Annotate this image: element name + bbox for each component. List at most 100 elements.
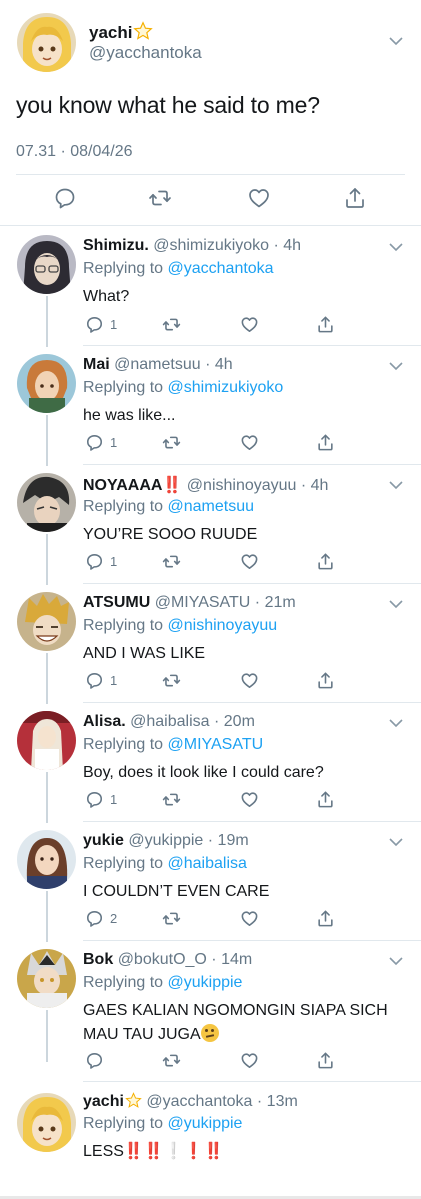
retweet-button[interactable] (162, 315, 181, 334)
author-handle[interactable]: @nishinoyayuu (187, 477, 297, 494)
mention-link[interactable]: @yukippie (168, 974, 243, 991)
reply-actions: 2 (0, 909, 421, 931)
author-name[interactable]: ATSUMU (83, 594, 150, 611)
share-button[interactable] (316, 790, 335, 809)
like-button[interactable] (240, 433, 259, 452)
author-handle[interactable]: @MIYASATU (155, 594, 251, 611)
author-name[interactable]: Alisa. (83, 713, 126, 730)
author-name[interactable]: Bok (83, 951, 113, 968)
author-handle[interactable]: @bokutO_O (118, 951, 207, 968)
author-handle[interactable]: @yacchantoka (146, 1093, 252, 1110)
reply-header: ATSUMU @MIYASATU · 21m (83, 594, 296, 611)
author-handle[interactable]: @nametsuu (114, 356, 201, 373)
like-icon[interactable] (247, 186, 271, 210)
avatar[interactable] (17, 949, 76, 1008)
mention-link[interactable]: @yukippie (168, 1115, 243, 1132)
reply-tweet[interactable]: NOYAAAA‼️ @nishinoyayuu · 4h Replying to… (0, 465, 421, 584)
reply-text: AND I WAS LIKE (83, 645, 206, 662)
reply-time: 14m (221, 951, 253, 968)
chevron-down-icon[interactable] (388, 715, 404, 731)
share-icon (318, 434, 333, 451)
retweet-icon[interactable] (148, 186, 172, 210)
like-icon (241, 317, 258, 333)
retweet-button[interactable] (162, 790, 181, 809)
reply-icon[interactable] (53, 186, 77, 210)
reply-tweet[interactable]: ATSUMU @MIYASATU · 21m Replying to @nish… (0, 584, 421, 703)
star-emoji-icon (125, 1092, 142, 1108)
chevron-down-icon[interactable] (388, 953, 404, 969)
avatar[interactable] (17, 1093, 76, 1152)
retweet-button[interactable] (162, 671, 181, 690)
retweet-icon (162, 793, 181, 806)
author-handle[interactable]: @yacchantoka (89, 43, 202, 63)
like-button[interactable] (240, 790, 259, 809)
reply-text: GAES KALIAN NGOMONGIN SIAPA SICH MAU TAU… (83, 1002, 388, 1043)
like-button[interactable] (240, 909, 259, 928)
like-button[interactable] (240, 671, 259, 690)
reply-tweet[interactable]: Shimizu. @shimizukiyoko · 4h Replying to… (0, 227, 421, 346)
mention-link[interactable]: @MIYASATU (168, 736, 264, 753)
retweet-button[interactable] (162, 552, 181, 571)
share-button[interactable] (316, 909, 335, 928)
exclamation-emojis: ‼️‼️❕❗‼️ (123, 1143, 224, 1160)
chevron-down-icon[interactable] (388, 239, 404, 255)
reply-button[interactable]: 1 (85, 552, 117, 571)
mention-link[interactable]: @yacchantoka (168, 260, 274, 277)
main-tweet-name[interactable]: yachi (89, 21, 154, 43)
like-button[interactable] (240, 315, 259, 334)
reply-actions: 1 (0, 671, 421, 693)
mention-link[interactable]: @nametsuu (168, 498, 255, 515)
chevron-down-icon[interactable] (388, 358, 404, 374)
chevron-down-icon[interactable] (388, 33, 404, 49)
reply-button[interactable]: 1 (85, 315, 117, 334)
reply-count: 1 (110, 435, 118, 450)
chevron-down-icon[interactable] (388, 834, 404, 850)
chevron-down-icon[interactable] (388, 477, 404, 493)
avatar[interactable] (17, 13, 76, 72)
share-button[interactable] (316, 1051, 335, 1070)
reply-time: 4h (214, 356, 233, 373)
reply-tweet[interactable]: yachi @yacchantoka · 13m Replying to @yu… (0, 1082, 421, 1196)
author-name[interactable]: yukie (83, 832, 124, 849)
share-button[interactable] (316, 671, 335, 690)
retweet-button[interactable] (162, 433, 181, 452)
share-button[interactable] (316, 433, 335, 452)
tweet-actions (0, 186, 421, 216)
reply-button[interactable]: 2 (85, 909, 117, 928)
share-button[interactable] (316, 552, 335, 571)
mention-link[interactable]: @nishinoyayuu (168, 617, 278, 634)
author-handle[interactable]: @shimizukiyoko (153, 237, 269, 254)
author-name[interactable]: Mai (83, 356, 110, 373)
reply-button[interactable] (85, 1051, 104, 1070)
chevron-down-icon[interactable] (388, 596, 404, 612)
avatar[interactable] (17, 354, 76, 413)
author-name[interactable]: NOYAAAA‼️ (83, 477, 182, 494)
reply-button[interactable]: 1 (85, 790, 117, 809)
avatar[interactable] (17, 711, 76, 770)
retweet-button[interactable] (162, 1051, 181, 1070)
avatar[interactable] (17, 235, 76, 294)
author-handle[interactable]: @haibalisa (130, 713, 209, 730)
author-name[interactable]: yachi (83, 1092, 142, 1110)
reply-button[interactable]: 1 (85, 671, 117, 690)
reply-tweet[interactable]: Mai @nametsuu · 4h Replying to @shimizuk… (0, 346, 421, 465)
like-button[interactable] (240, 1051, 259, 1070)
reply-tweet[interactable]: yukie @yukippie · 19m Replying to @haiba… (0, 822, 421, 941)
reply-tweet[interactable]: Alisa. @haibalisa · 20m Replying to @MIY… (0, 703, 421, 822)
replying-to: Replying to @shimizukiyoko (83, 379, 284, 396)
reply-tweet[interactable]: Bok @bokutO_O · 14m Replying to @yukippi… (0, 941, 421, 1082)
avatar[interactable] (17, 473, 76, 532)
author-handle[interactable]: @yukippie (128, 832, 203, 849)
mention-link[interactable]: @shimizukiyoko (168, 379, 284, 396)
avatar[interactable] (17, 592, 76, 651)
avatar[interactable] (17, 830, 76, 889)
reply-button[interactable]: 1 (85, 433, 117, 452)
reply-header: NOYAAAA‼️ @nishinoyayuu · 4h (83, 477, 329, 494)
mention-link[interactable]: @haibalisa (168, 855, 247, 872)
like-button[interactable] (240, 552, 259, 571)
share-icon[interactable] (343, 186, 367, 210)
reply-count: 2 (110, 911, 118, 926)
retweet-button[interactable] (162, 909, 181, 928)
author-name[interactable]: Shimizu. (83, 237, 149, 254)
share-button[interactable] (316, 315, 335, 334)
